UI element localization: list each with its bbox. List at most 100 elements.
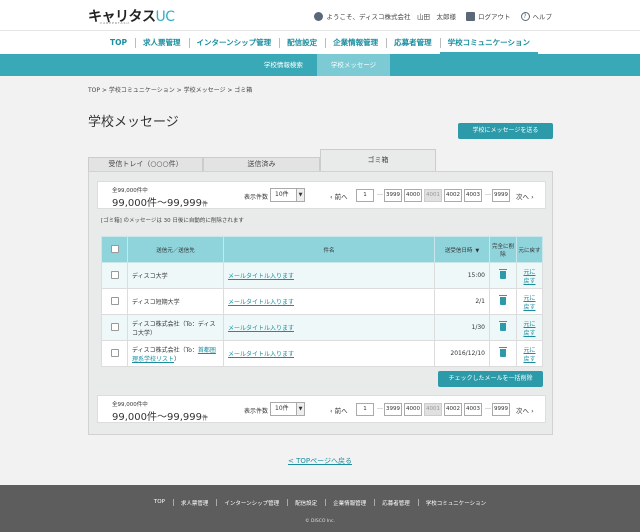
row-subject-link[interactable]: メールタイトル入ります	[228, 299, 294, 306]
row-from: ディスコ株式会社（To：首都圏理系学校リスト）	[127, 340, 224, 367]
next-link[interactable]: 次へ ›	[516, 405, 534, 415]
site-header: キャリタスUC CAREERTASU ようこそ、ディスコ株式会社 山田 太郎様 …	[0, 0, 640, 30]
footer-nav-job-posting[interactable]: 求人票管理	[172, 499, 217, 507]
row-from-suffix: ）	[174, 355, 181, 363]
sub-nav: 学校情報検索 学校メッセージ	[0, 54, 640, 76]
page-9999[interactable]: 9999	[492, 189, 510, 202]
sort-desc-icon[interactable]: ▼	[475, 248, 479, 254]
per-page-value: 10件	[275, 405, 289, 412]
gnav-school-communication[interactable]: 学校コミュニケーション	[439, 31, 538, 55]
row-select-cell	[101, 262, 128, 289]
row-select-cell	[101, 288, 128, 315]
help-link[interactable]: ヘルプ	[533, 11, 553, 21]
bulk-delete-button[interactable]: チェックしたメールを一括削除	[438, 371, 543, 387]
total-count: 全99,000件中	[112, 402, 148, 408]
row-checkbox[interactable]	[110, 296, 119, 305]
page-ellipsis: …	[485, 190, 491, 197]
range-value: 99,000件～99,999	[112, 198, 202, 209]
footer-nav-internship[interactable]: インターンシップ管理	[216, 499, 287, 507]
welcome-text: ようこそ、ディスコ株式会社 山田 太郎様	[326, 13, 456, 21]
trash-icon[interactable]	[499, 346, 507, 357]
auto-delete-notice: [ゴミ箱] のメッセージは 30 日後に自動的に削除されます	[101, 218, 244, 224]
subnav-school-message[interactable]: 学校メッセージ	[316, 54, 391, 76]
page-9999[interactable]: 9999	[492, 403, 510, 416]
footer-nav-company-info[interactable]: 企業情報管理	[325, 499, 374, 507]
row-restore-cell: 元に戻す	[516, 340, 543, 367]
footer-nav-school-communication[interactable]: 学校コミュニケーション	[417, 499, 494, 507]
row-subject-cell: メールタイトル入ります	[223, 314, 435, 341]
logout-icon[interactable]	[466, 11, 475, 21]
page-4003[interactable]: 4003	[464, 403, 482, 416]
footer-nav-applicants[interactable]: 応募者管理	[374, 499, 418, 507]
row-restore-link[interactable]: 元に戻す	[523, 347, 535, 363]
next-label: 次へ	[516, 407, 529, 415]
back-to-top-link[interactable]: < TOPページへ戻る	[288, 457, 352, 465]
row-select-cell	[101, 340, 128, 367]
tab-trash[interactable]: ゴミ箱	[320, 149, 436, 172]
row-subject-link[interactable]: メールタイトル入ります	[228, 273, 294, 280]
logout-link[interactable]: ログアウト	[478, 11, 511, 21]
gnav-delivery[interactable]: 配信設定	[279, 31, 325, 55]
row-subject-link[interactable]: メールタイトル入ります	[228, 351, 294, 358]
col-from: 送信元／送信先	[127, 236, 224, 263]
breadcrumb[interactable]: TOP > 学校コミュニケーション > 学校メッセージ > ゴミ箱	[88, 85, 252, 94]
row-checkbox[interactable]	[110, 322, 119, 331]
row-from: ディスコ株式会社（To：ディスコ大学）	[127, 314, 224, 341]
gnav-internship[interactable]: インターンシップ管理	[188, 31, 280, 55]
page-1[interactable]: 1	[356, 189, 374, 202]
per-page-value: 10件	[275, 191, 289, 198]
range-text: 99,000件～99,999件	[112, 408, 208, 423]
prev-link[interactable]: ‹ 前へ	[330, 405, 348, 415]
tab-inbox[interactable]: 受信トレイ（○○○件）	[88, 157, 203, 171]
trash-icon[interactable]	[499, 320, 507, 331]
row-restore-cell: 元に戻す	[516, 262, 543, 289]
page-1[interactable]: 1	[356, 403, 374, 416]
gnav-company-info[interactable]: 企業情報管理	[325, 31, 386, 55]
tab-sent[interactable]: 送信済み	[203, 157, 320, 171]
prev-link[interactable]: ‹ 前へ	[330, 191, 348, 201]
col-date[interactable]: 送受信日時 ▼	[434, 236, 490, 263]
footer-nav: TOP 求人票管理 インターンシップ管理 配信設定 企業情報管理 応募者管理 学…	[0, 499, 640, 507]
row-checkbox[interactable]	[110, 348, 119, 357]
page-4000[interactable]: 4000	[404, 403, 422, 416]
page-3999[interactable]: 3999	[384, 403, 402, 416]
per-page-select[interactable]: 10件 ▼	[270, 402, 305, 416]
pager-top: 全99,000件中 99,000件～99,999件 表示件数 10件 ▼ ‹ 前へ…	[97, 181, 546, 209]
col-date-label: 送受信日時	[444, 247, 473, 254]
subnav-school-search[interactable]: 学校情報検索	[250, 54, 317, 76]
select-all-checkbox[interactable]	[110, 244, 119, 253]
row-subject-cell: メールタイトル入ります	[223, 340, 435, 367]
footer-nav-delivery[interactable]: 配信設定	[287, 499, 325, 507]
next-label: 次へ	[516, 193, 529, 201]
row-restore-link[interactable]: 元に戻す	[523, 321, 535, 337]
gnav-top[interactable]: TOP	[102, 31, 135, 55]
user-icon	[314, 11, 324, 21]
row-restore-link[interactable]: 元に戻す	[523, 295, 535, 311]
row-checkbox[interactable]	[110, 270, 119, 279]
chevron-down-icon: ▼	[296, 403, 304, 415]
per-page-select[interactable]: 10件 ▼	[270, 188, 305, 202]
gnav-job-posting[interactable]: 求人票管理	[135, 31, 189, 55]
page-4003[interactable]: 4003	[464, 189, 482, 202]
row-date: 15:00	[434, 262, 490, 289]
page-4002[interactable]: 4002	[444, 403, 462, 416]
trash-icon[interactable]	[499, 294, 507, 305]
gnav-applicants[interactable]: 応募者管理	[386, 31, 440, 55]
next-link[interactable]: 次へ ›	[516, 191, 534, 201]
footer-nav-top[interactable]: TOP	[146, 499, 173, 507]
row-restore-link[interactable]: 元に戻す	[523, 269, 535, 285]
table-header: 送信元／送信先 件名 送受信日時 ▼ 完全に削除 元に戻す	[101, 236, 543, 263]
page-4002[interactable]: 4002	[444, 189, 462, 202]
page-4000[interactable]: 4000	[404, 189, 422, 202]
range-unit: 件	[201, 415, 208, 422]
row-restore-cell: 元に戻す	[516, 288, 543, 315]
select-all-cell	[101, 236, 128, 263]
trash-icon[interactable]	[499, 268, 507, 279]
page-3999[interactable]: 3999	[384, 189, 402, 202]
send-message-button[interactable]: 学校にメッセージを送る	[458, 123, 553, 139]
chevron-right-icon: ›	[529, 193, 534, 201]
row-subject-link[interactable]: メールタイトル入ります	[228, 325, 294, 332]
prev-label: 前へ	[334, 193, 348, 201]
logo-subtitle: CAREERTASU	[100, 21, 130, 25]
help-icon[interactable]: ?	[520, 11, 530, 21]
